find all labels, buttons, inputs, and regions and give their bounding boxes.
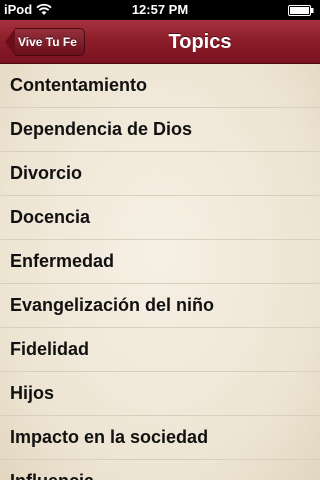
list-item[interactable]: Impacto en la sociedad bbox=[0, 416, 320, 460]
topic-list[interactable]: Contentamiento Dependencia de Dios Divor… bbox=[0, 64, 320, 480]
navigation-bar: Vive Tu Fe Topics bbox=[0, 20, 320, 64]
battery-icon bbox=[288, 5, 314, 16]
list-item[interactable]: Docencia bbox=[0, 196, 320, 240]
list-item[interactable]: Contentamiento bbox=[0, 64, 320, 108]
list-item[interactable]: Divorcio bbox=[0, 152, 320, 196]
list-item[interactable]: Hijos bbox=[0, 372, 320, 416]
back-button-label: Vive Tu Fe bbox=[15, 28, 85, 56]
list-item[interactable]: Evangelización del niño bbox=[0, 284, 320, 328]
list-item[interactable]: Influencia bbox=[0, 460, 320, 480]
list-item[interactable]: Fidelidad bbox=[0, 328, 320, 372]
list-item[interactable]: Dependencia de Dios bbox=[0, 108, 320, 152]
status-bar: iPod 12:57 PM bbox=[0, 0, 320, 20]
status-time: 12:57 PM bbox=[131, 2, 189, 17]
back-button[interactable]: Vive Tu Fe bbox=[5, 27, 85, 57]
list-item[interactable]: Enfermedad bbox=[0, 240, 320, 284]
page-title: Topics bbox=[168, 31, 232, 53]
